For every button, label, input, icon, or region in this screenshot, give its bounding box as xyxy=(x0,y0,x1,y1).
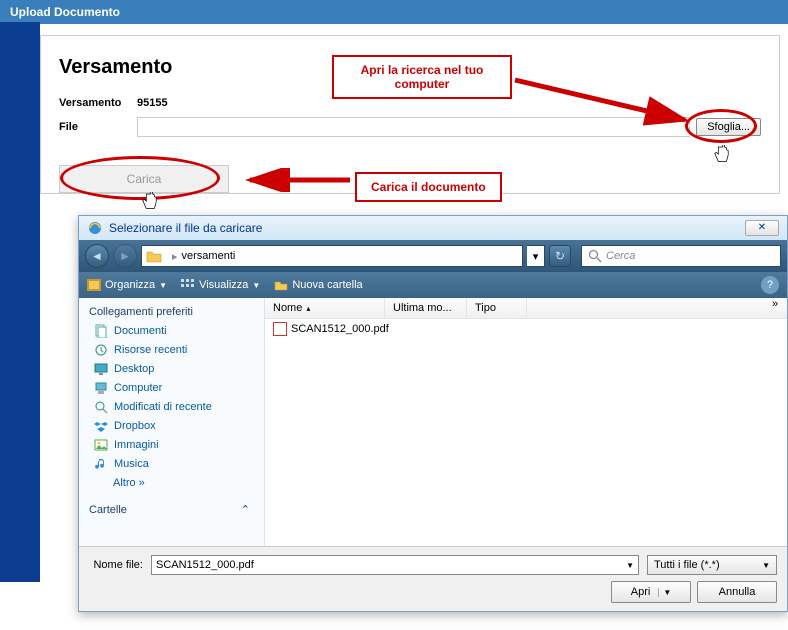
chevron-up-icon: ⌃ xyxy=(241,503,250,516)
computer-icon xyxy=(93,381,108,395)
file-list-header: Nome▴ Ultima mo... Tipo » xyxy=(265,298,787,319)
file-row: File Sfoglia... xyxy=(59,117,761,137)
sidebar-item-recent[interactable]: Risorse recenti xyxy=(93,343,254,357)
pdf-icon xyxy=(273,322,287,336)
file-filter-dropdown[interactable]: Tutti i file (*.*) ▼ xyxy=(647,555,777,575)
file-list-panel: Nome▴ Ultima mo... Tipo » SCAN1512_000.p… xyxy=(265,298,787,546)
sidebar-item-music[interactable]: Musica xyxy=(93,457,254,471)
documents-icon xyxy=(93,324,108,338)
help-button[interactable]: ? xyxy=(761,276,779,294)
browse-button[interactable]: Sfoglia... xyxy=(696,118,761,136)
desktop-icon xyxy=(93,362,108,376)
dialog-title: Selezionare il file da caricare xyxy=(109,221,262,235)
file-name: SCAN1512_000.pdf xyxy=(291,323,389,335)
sidebar-item-computer[interactable]: Computer xyxy=(93,381,254,395)
new-folder-icon xyxy=(274,279,288,291)
window-title-bar: Upload Documento xyxy=(0,0,788,24)
dropdown-icon: ▼ xyxy=(252,281,260,290)
sidebar-folders-toggle[interactable]: Cartelle ⌃ xyxy=(89,503,254,516)
music-icon xyxy=(93,457,108,471)
organize-icon xyxy=(87,279,101,291)
organize-menu[interactable]: Organizza ▼ xyxy=(87,279,167,291)
open-button[interactable]: Apri ▼ xyxy=(611,581,691,603)
ie-icon xyxy=(87,220,103,236)
dialog-toolbar: Organizza ▼ Visualizza ▼ Nuova cartella … xyxy=(79,272,787,298)
sidebar-more[interactable]: Altro » xyxy=(113,477,254,489)
folder-icon xyxy=(146,249,162,263)
new-folder-button[interactable]: Nuova cartella xyxy=(274,279,362,291)
search-icon xyxy=(588,249,602,263)
search-folder-icon xyxy=(93,400,108,414)
nav-forward-button[interactable]: ► xyxy=(113,244,137,268)
sidebar-item-documenti[interactable]: Documenti xyxy=(93,324,254,338)
breadcrumb-dropdown[interactable]: ▾ xyxy=(527,245,545,267)
left-blue-panel xyxy=(0,22,40,582)
dialog-title-bar: Selezionare il file da caricare ✕ xyxy=(79,216,787,240)
views-menu[interactable]: Visualizza ▼ xyxy=(181,279,260,291)
window-title: Upload Documento xyxy=(10,5,120,19)
recent-icon xyxy=(93,343,108,357)
dialog-bottom-bar: Nome file: SCAN1512_000.pdf ▼ Tutti i fi… xyxy=(79,546,787,611)
filename-label: Nome file: xyxy=(89,559,143,571)
upload-button[interactable]: Carica xyxy=(59,165,229,193)
dropdown-icon: ▼ xyxy=(762,561,770,570)
dropbox-icon xyxy=(93,419,108,433)
dropdown-icon: ▼ xyxy=(626,561,634,570)
dropdown-icon: ▼ xyxy=(159,281,167,290)
views-icon xyxy=(181,279,195,291)
dialog-nav-bar: ◄ ► ▸ versamenti ▾ ↻ Cerca xyxy=(79,240,787,272)
dialog-close-button[interactable]: ✕ xyxy=(745,220,779,236)
versamento-value: 95155 xyxy=(137,97,168,109)
dropdown-icon: ▼ xyxy=(658,588,671,597)
search-placeholder: Cerca xyxy=(606,250,635,262)
cursor-icon xyxy=(140,192,158,214)
sidebar-header: Collegamenti preferiti xyxy=(89,306,254,318)
filename-input[interactable]: SCAN1512_000.pdf ▼ xyxy=(151,555,639,575)
breadcrumb[interactable]: ▸ versamenti xyxy=(141,245,523,267)
file-row[interactable]: SCAN1512_000.pdf xyxy=(265,319,787,339)
col-type[interactable]: Tipo xyxy=(467,298,527,318)
refresh-button[interactable]: ↻ xyxy=(549,245,571,267)
col-more[interactable]: » xyxy=(763,298,787,318)
annotation-upload: Carica il documento xyxy=(355,172,502,202)
sidebar-item-images[interactable]: Immagini xyxy=(93,438,254,452)
col-name[interactable]: Nome▴ xyxy=(265,298,385,318)
sidebar-item-desktop[interactable]: Desktop xyxy=(93,362,254,376)
versamento-label: Versamento xyxy=(59,97,137,109)
annotation-browse: Apri la ricerca nel tuo computer xyxy=(332,55,512,99)
sort-icon: ▴ xyxy=(306,304,310,313)
dialog-body: Collegamenti preferiti Documenti Risorse… xyxy=(79,298,787,546)
sidebar-item-dropbox[interactable]: Dropbox xyxy=(93,419,254,433)
sidebar-item-modified[interactable]: Modificati di recente xyxy=(93,400,254,414)
cancel-button[interactable]: Annulla xyxy=(697,581,777,603)
nav-back-button[interactable]: ◄ xyxy=(85,244,109,268)
file-path-input[interactable] xyxy=(137,117,690,137)
images-icon xyxy=(93,438,108,452)
col-modified[interactable]: Ultima mo... xyxy=(385,298,467,318)
file-label: File xyxy=(59,121,137,133)
dialog-sidebar: Collegamenti preferiti Documenti Risorse… xyxy=(79,298,265,546)
breadcrumb-folder: versamenti xyxy=(182,250,236,262)
file-open-dialog: Selezionare il file da caricare ✕ ◄ ► ▸ … xyxy=(78,215,788,612)
dialog-search-input[interactable]: Cerca xyxy=(581,245,781,267)
breadcrumb-sep: ▸ xyxy=(172,250,178,263)
